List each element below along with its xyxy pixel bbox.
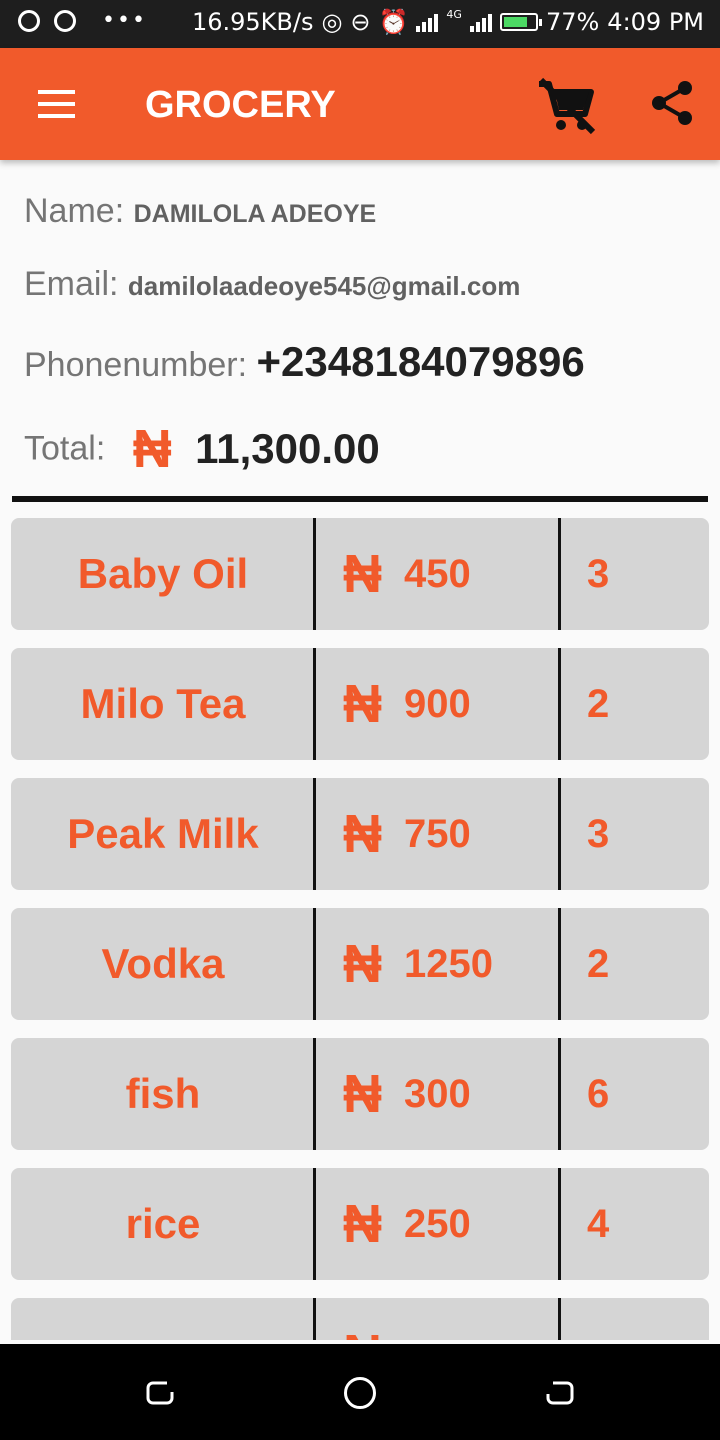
column-separator xyxy=(558,1168,561,1280)
battery-icon xyxy=(499,13,542,31)
network-speed: 16.95KB/s xyxy=(191,8,314,36)
naira-currency-icon: ₦ xyxy=(132,419,172,479)
column-separator xyxy=(558,648,561,760)
item-quantity: 2 xyxy=(587,941,610,986)
network-type: 4G xyxy=(446,8,462,21)
total-label: Total: xyxy=(24,429,106,468)
item-quantity: 3 xyxy=(587,811,610,856)
app-toolbar: GROCERY xyxy=(0,48,720,160)
item-name: Vodka xyxy=(101,940,225,987)
item-name: Baby Oil xyxy=(77,550,249,597)
name-row: Name: DAMILOLA ADEOYE xyxy=(24,192,376,231)
item-price-value: 300 xyxy=(404,1071,471,1116)
list-item[interactable]: rice ₦ 250 4 xyxy=(11,1168,709,1280)
alarm-icon: ⏰ xyxy=(378,8,409,36)
column-separator xyxy=(313,1298,316,1340)
item-price: ₦ 250 xyxy=(343,1168,553,1280)
grocery-list[interactable]: Baby Oil ₦ 450 3 Milo Tea ₦ 900 2 Peak Mil… xyxy=(0,508,720,1340)
item-quantity: 4 xyxy=(587,1201,610,1246)
item-price-value: 750 xyxy=(404,811,471,856)
column-separator xyxy=(313,1168,316,1280)
naira-currency-icon: ₦ xyxy=(343,674,382,734)
naira-currency-icon: ₦ xyxy=(343,804,382,864)
column-separator xyxy=(558,1298,561,1340)
item-quantity xyxy=(587,1298,697,1340)
item-name: Milo Tea xyxy=(80,680,246,727)
app-title: GROCERY xyxy=(145,84,336,126)
item-name: fish xyxy=(125,1070,201,1117)
column-separator xyxy=(313,908,316,1020)
system-nav-bar xyxy=(0,1344,720,1440)
battery-fill xyxy=(503,17,527,27)
list-item[interactable]: ₦ xyxy=(11,1298,709,1340)
chat-notification-icon xyxy=(18,9,40,32)
email-value: damilolaadeoye545@gmail.com xyxy=(127,271,521,301)
list-item[interactable]: Peak Milk ₦ 750 3 xyxy=(11,778,709,890)
column-separator xyxy=(558,1038,561,1150)
item-price-value: 450 xyxy=(404,551,471,596)
item-price-value: 250 xyxy=(404,1201,471,1246)
list-item[interactable]: Vodka ₦ 1250 2 xyxy=(11,908,709,1020)
hamburger-menu-icon[interactable] xyxy=(38,90,75,118)
column-separator xyxy=(313,648,316,760)
item-name: rice xyxy=(125,1200,201,1247)
naira-currency-icon: ₦ xyxy=(343,1194,382,1254)
item-name xyxy=(11,1298,315,1340)
item-price: ₦ 450 xyxy=(343,518,553,630)
column-separator xyxy=(313,778,316,890)
list-item[interactable]: fish ₦ 300 6 xyxy=(11,1038,709,1150)
home-icon[interactable] xyxy=(344,1377,376,1409)
signal-icon-2 xyxy=(469,12,492,32)
email-label: Email: xyxy=(24,265,119,303)
item-price: ₦ 1250 xyxy=(343,908,553,1020)
list-item[interactable]: Milo Tea ₦ 900 2 xyxy=(11,648,709,760)
phone-row: Phonenumber: +2348184079896 xyxy=(24,338,585,386)
column-separator xyxy=(313,518,316,630)
more-notifications-icon: ••• xyxy=(102,8,147,33)
divider xyxy=(12,496,708,502)
column-separator xyxy=(558,778,561,890)
recent-apps-icon[interactable] xyxy=(545,1378,575,1408)
item-price: ₦ 900 xyxy=(343,648,553,760)
app-notification-icon xyxy=(54,9,76,32)
back-icon[interactable] xyxy=(145,1378,175,1408)
do-not-disturb-icon: ⊖ xyxy=(350,8,371,36)
signal-icon xyxy=(416,12,439,32)
clock: 4:09 PM xyxy=(607,8,704,36)
total-value: 11,300.00 xyxy=(195,425,380,472)
item-quantity: 2 xyxy=(587,681,610,726)
naira-currency-icon: ₦ xyxy=(343,544,382,604)
naira-currency-icon: ₦ xyxy=(343,1064,382,1124)
item-price: ₦ 750 xyxy=(343,778,553,890)
status-bar: ••• 16.95KB/s ◎ ⊖ ⏰ 4G 77% 4:09 PM xyxy=(0,0,720,48)
remove-shopping-cart-icon[interactable] xyxy=(535,74,597,136)
naira-currency-icon: ₦ xyxy=(343,934,382,994)
phone-label: Phonenumber: xyxy=(24,346,248,384)
item-price: ₦ xyxy=(343,1298,553,1340)
naira-currency-icon: ₦ xyxy=(343,1323,382,1340)
email-row: Email: damilolaadeoye545@gmail.com xyxy=(24,265,520,304)
item-quantity: 6 xyxy=(587,1071,610,1116)
list-item[interactable]: Baby Oil ₦ 450 3 xyxy=(11,518,709,630)
phone-value: +2348184079896 xyxy=(256,338,585,385)
item-quantity: 3 xyxy=(587,551,610,596)
name-label: Name: xyxy=(24,192,125,230)
item-name: Peak Milk xyxy=(67,810,259,857)
column-separator xyxy=(558,908,561,1020)
total-row: Total: ₦ 11,300.00 xyxy=(24,418,380,480)
name-value: DAMILOLA ADEOYE xyxy=(133,200,377,228)
item-price: ₦ 300 xyxy=(343,1038,553,1150)
column-separator xyxy=(558,518,561,630)
battery-percent: 77% xyxy=(545,8,600,36)
item-price-value: 900 xyxy=(404,681,471,726)
hotspot-icon: ◎ xyxy=(321,8,343,36)
item-price-value: 1250 xyxy=(404,941,493,986)
share-icon[interactable] xyxy=(651,80,693,126)
column-separator xyxy=(313,1038,316,1150)
